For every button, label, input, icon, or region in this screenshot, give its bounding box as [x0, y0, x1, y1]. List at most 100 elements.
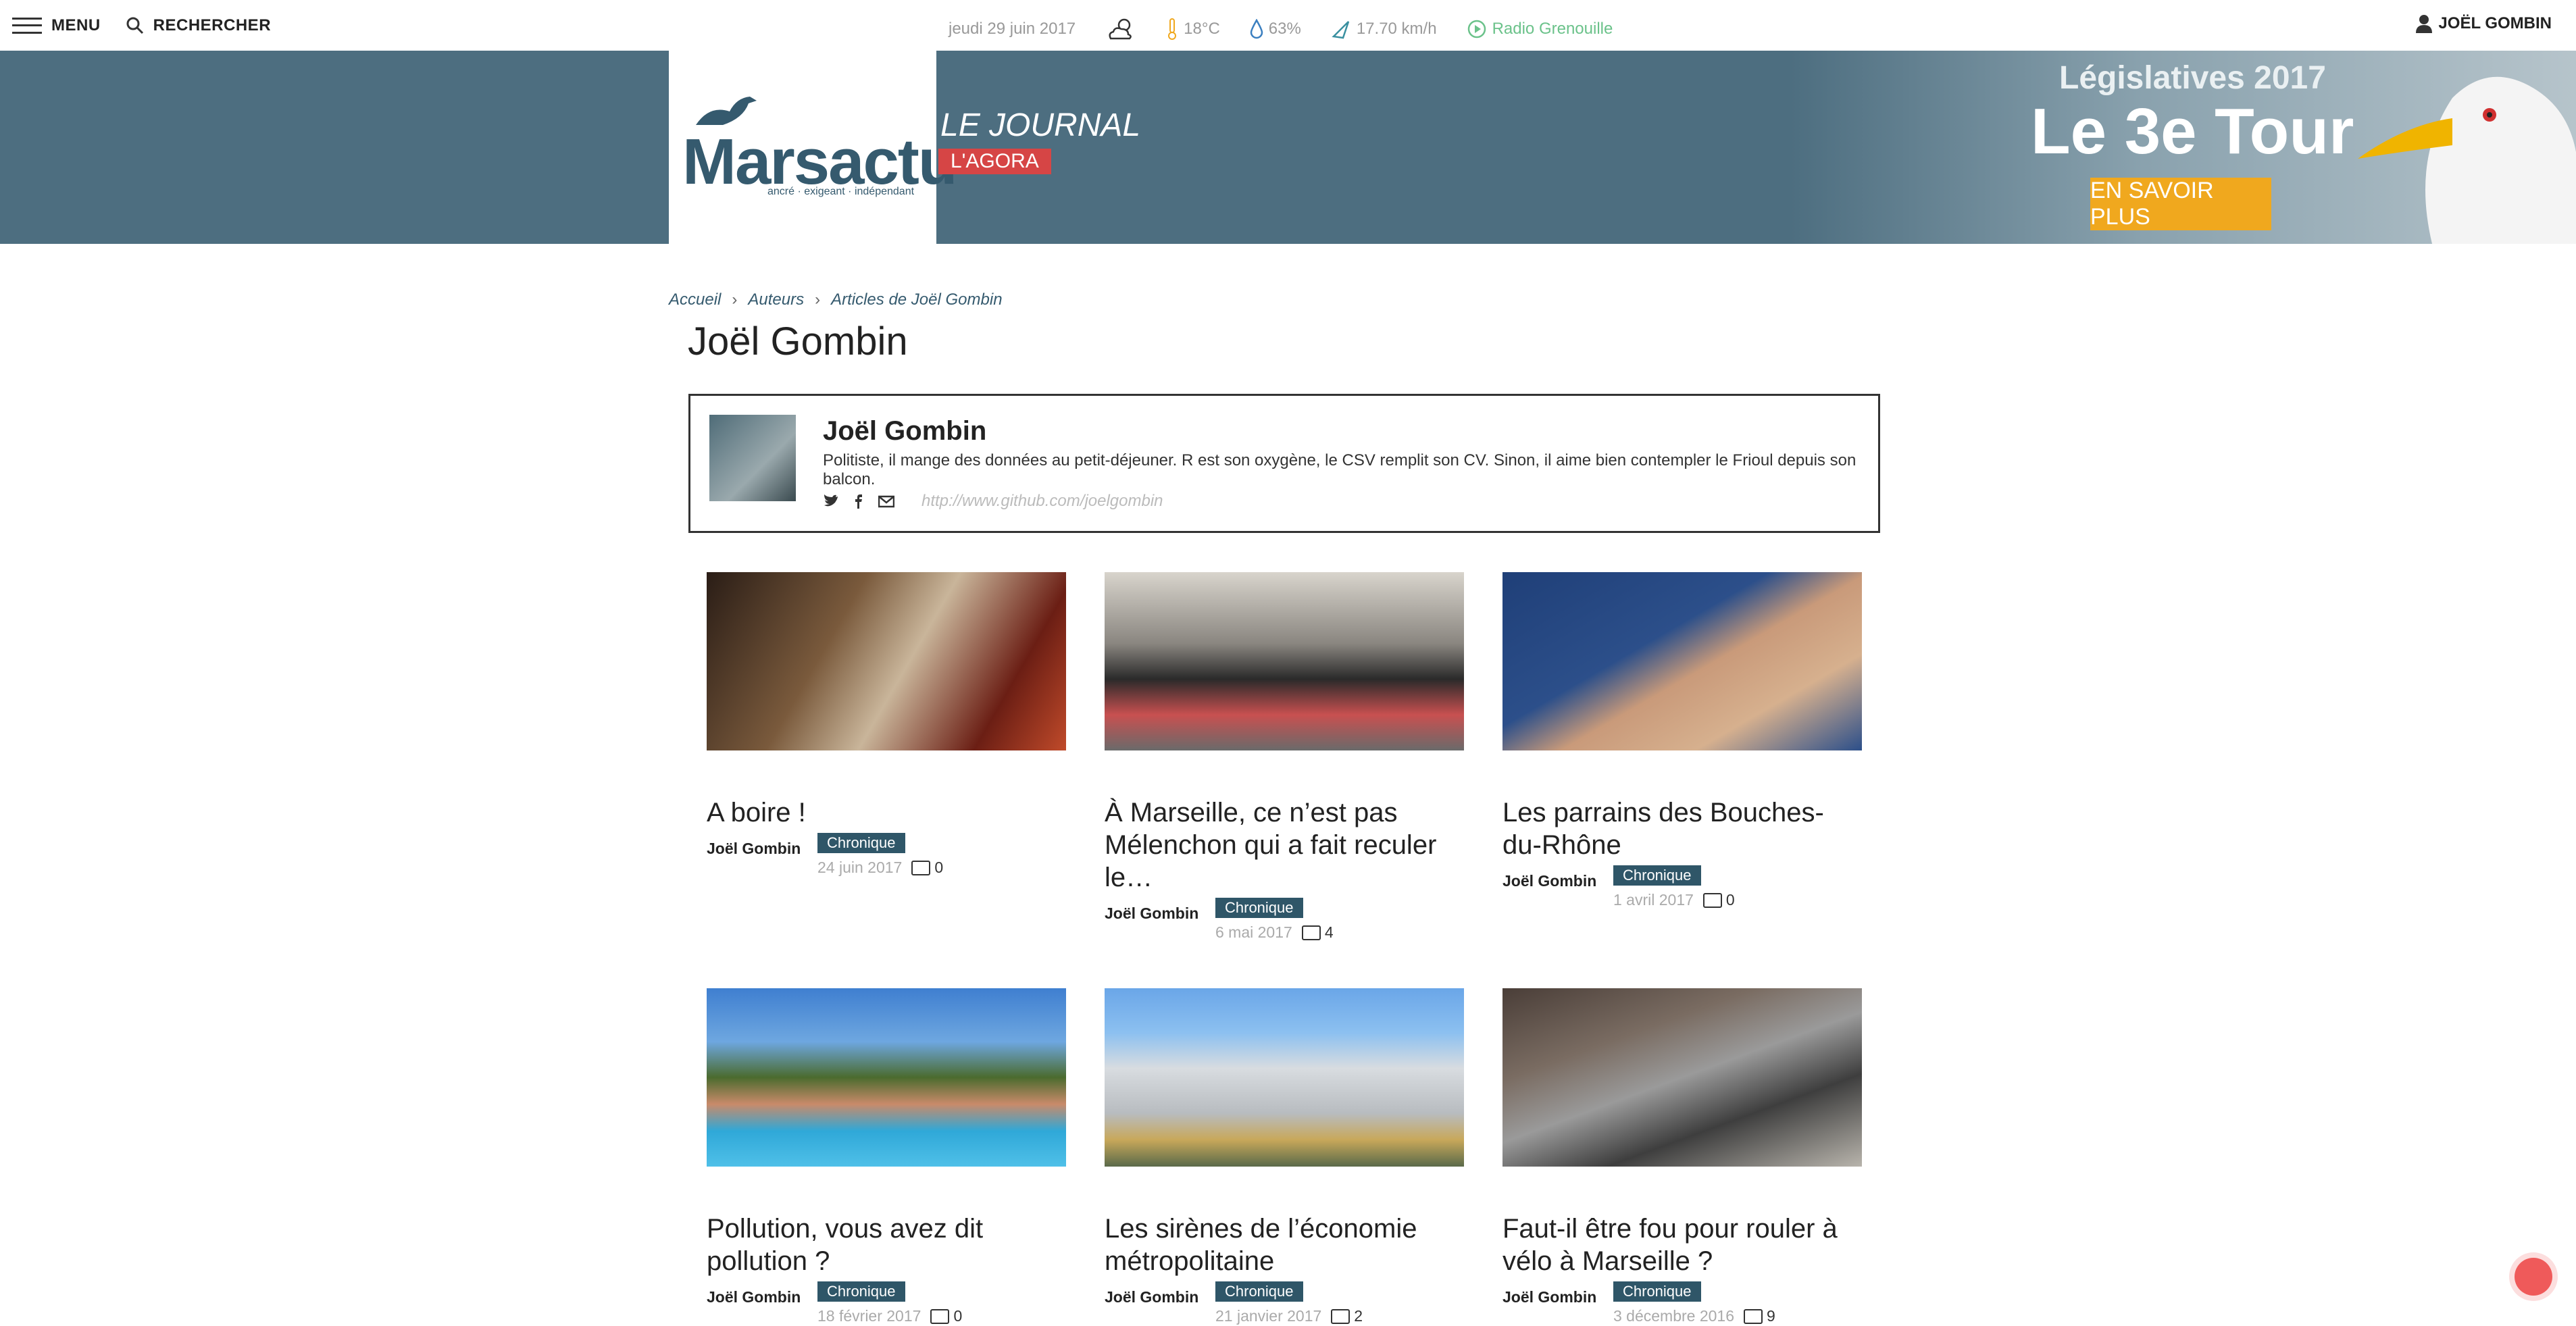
- temperature-value: 18°C: [1184, 19, 1220, 38]
- article-card[interactable]: Les sirènes de l’économie métropolitaine…: [1105, 988, 1464, 1325]
- article-card[interactable]: A boire ! Joël Gombin Chronique 24 juin …: [707, 572, 1066, 877]
- breadcrumb: Accueil › Auteurs › Articles de Joël Gom…: [669, 290, 1003, 309]
- article-date: 3 décembre 2016: [1613, 1307, 1735, 1325]
- promo-subtitle: Législatives 2017: [2059, 60, 2326, 96]
- top-bar: MENU RECHERCHER jeudi 29 juin 2017 18°C …: [0, 0, 2576, 51]
- article-author[interactable]: Joël Gombin: [1105, 1281, 1215, 1325]
- article-thumbnail[interactable]: [1502, 988, 1862, 1167]
- user-icon: [2416, 15, 2433, 33]
- wind-arrow-icon: [1332, 20, 1350, 39]
- category-badge[interactable]: Chronique: [817, 1281, 905, 1302]
- breadcrumb-home[interactable]: Accueil: [669, 290, 721, 309]
- email-icon[interactable]: [878, 494, 894, 508]
- article-title[interactable]: Pollution, vous avez dit pollution ?: [707, 1213, 1066, 1277]
- comment-count[interactable]: 2: [1331, 1307, 1363, 1325]
- article-card[interactable]: Pollution, vous avez dit pollution ? Joë…: [707, 988, 1066, 1325]
- logo-tagline: ancré · exigeant · indépendant: [767, 186, 915, 197]
- author-links: http://www.github.com/joelgombin: [823, 492, 1163, 511]
- comment-icon: [930, 1308, 950, 1324]
- article-title[interactable]: A boire !: [707, 796, 1066, 829]
- comment-icon: [911, 860, 931, 875]
- promo-button[interactable]: EN SAVOIR PLUS: [2090, 178, 2271, 230]
- thermometer-icon: [1168, 18, 1177, 40]
- humidity-value: 63%: [1268, 19, 1301, 38]
- page-title: Joël Gombin: [688, 320, 908, 363]
- comment-count[interactable]: 9: [1744, 1307, 1775, 1325]
- article-card[interactable]: Faut-il être fou pour rouler à vélo à Ma…: [1502, 988, 1862, 1325]
- category-badge[interactable]: Chronique: [1215, 1281, 1303, 1302]
- comment-count[interactable]: 0: [1702, 891, 1735, 909]
- article-thumbnail[interactable]: [1502, 572, 1862, 750]
- comment-count[interactable]: 0: [911, 859, 943, 877]
- radio-link[interactable]: Radio Grenouille: [1467, 19, 1613, 39]
- article-author[interactable]: Joël Gombin: [1105, 898, 1215, 942]
- radio-label: Radio Grenouille: [1492, 19, 1613, 38]
- article-date: 21 janvier 2017: [1215, 1307, 1322, 1325]
- article-date: 18 février 2017: [817, 1307, 921, 1325]
- category-badge[interactable]: Chronique: [817, 833, 905, 853]
- nav-journal[interactable]: LE JOURNAL: [940, 107, 1140, 144]
- site-logo[interactable]: Marsactu ancré · exigeant · indépendant: [669, 51, 957, 244]
- breadcrumb-separator: ›: [815, 290, 821, 309]
- comment-number: 0: [934, 859, 944, 876]
- article-card[interactable]: À Marseille, ce n’est pas Mélenchon qui …: [1105, 572, 1464, 942]
- user-account-button[interactable]: JOËL GOMBIN: [2415, 0, 2552, 47]
- menu-button[interactable]: MENU: [12, 16, 101, 35]
- twitter-icon[interactable]: [823, 494, 839, 508]
- comment-icon: [1331, 1308, 1350, 1324]
- comment-count[interactable]: 4: [1301, 923, 1334, 942]
- category-badge[interactable]: Chronique: [1613, 865, 1701, 886]
- article-date: 6 mai 2017: [1215, 923, 1292, 941]
- droplet-icon: [1250, 18, 1263, 39]
- article-author[interactable]: Joël Gombin: [707, 1281, 817, 1325]
- article-thumbnail[interactable]: [1105, 988, 1464, 1167]
- comment-count[interactable]: 0: [930, 1307, 962, 1325]
- wind-widget: 17.70 km/h: [1331, 19, 1437, 39]
- temperature-widget: 18°C: [1166, 18, 1220, 41]
- article-card[interactable]: Les parrains des Bouches-du-Rhône Joël G…: [1502, 572, 1862, 909]
- category-badge[interactable]: Chronique: [1215, 898, 1303, 918]
- date-text: jeudi 29 juin 2017: [949, 19, 1076, 38]
- article-thumbnail[interactable]: [1105, 572, 1464, 750]
- article-title[interactable]: Faut-il être fou pour rouler à vélo à Ma…: [1502, 1213, 1862, 1277]
- hamburger-icon: [12, 17, 42, 34]
- article-title[interactable]: À Marseille, ce n’est pas Mélenchon qui …: [1105, 796, 1464, 894]
- category-badge[interactable]: Chronique: [1613, 1281, 1701, 1302]
- search-icon: [126, 17, 143, 34]
- article-title[interactable]: Les parrains des Bouches-du-Rhône: [1502, 796, 1862, 861]
- article-date: 24 juin 2017: [817, 859, 903, 876]
- author-bio: Politiste, il mange des données au petit…: [823, 451, 1857, 488]
- menu-label: MENU: [51, 16, 101, 34]
- nav-agora[interactable]: L'AGORA: [938, 149, 1051, 174]
- comment-number: 9: [1767, 1307, 1775, 1325]
- user-name: JOËL GOMBIN: [2438, 14, 2552, 32]
- article-thumbnail[interactable]: [707, 572, 1066, 750]
- comment-icon: [1301, 925, 1321, 940]
- search-button[interactable]: RECHERCHER: [126, 16, 271, 35]
- article-title[interactable]: Les sirènes de l’économie métropolitaine: [1105, 1213, 1464, 1277]
- comment-number: 2: [1354, 1307, 1363, 1325]
- article-date: 1 avril 2017: [1613, 891, 1694, 909]
- comment-icon: [1744, 1308, 1763, 1324]
- weather-cloud-sun-icon: [1109, 18, 1132, 39]
- comment-number: 0: [1725, 891, 1735, 909]
- article-thumbnail[interactable]: [707, 988, 1066, 1167]
- author-url-link[interactable]: http://www.github.com/joelgombin: [921, 492, 1163, 511]
- seagull-illustration: [2358, 76, 2576, 244]
- article-author[interactable]: Joël Gombin: [1502, 865, 1613, 909]
- wind-value: 17.70 km/h: [1356, 19, 1437, 38]
- comment-number: 0: [953, 1307, 963, 1325]
- facebook-icon[interactable]: [854, 494, 863, 509]
- notification-bell-button[interactable]: [2515, 1258, 2552, 1296]
- article-author[interactable]: Joël Gombin: [707, 833, 817, 877]
- humidity-widget: 63%: [1250, 18, 1301, 39]
- breadcrumb-current[interactable]: Articles de Joël Gombin: [831, 290, 1002, 309]
- comment-number: 4: [1324, 923, 1334, 941]
- breadcrumb-separator: ›: [732, 290, 738, 309]
- article-author[interactable]: Joël Gombin: [1502, 1281, 1613, 1325]
- search-label: RECHERCHER: [153, 16, 272, 34]
- breadcrumb-authors[interactable]: Auteurs: [748, 290, 804, 309]
- avatar: [709, 415, 796, 501]
- author-name: Joël Gombin: [823, 416, 987, 446]
- comment-icon: [1702, 892, 1722, 908]
